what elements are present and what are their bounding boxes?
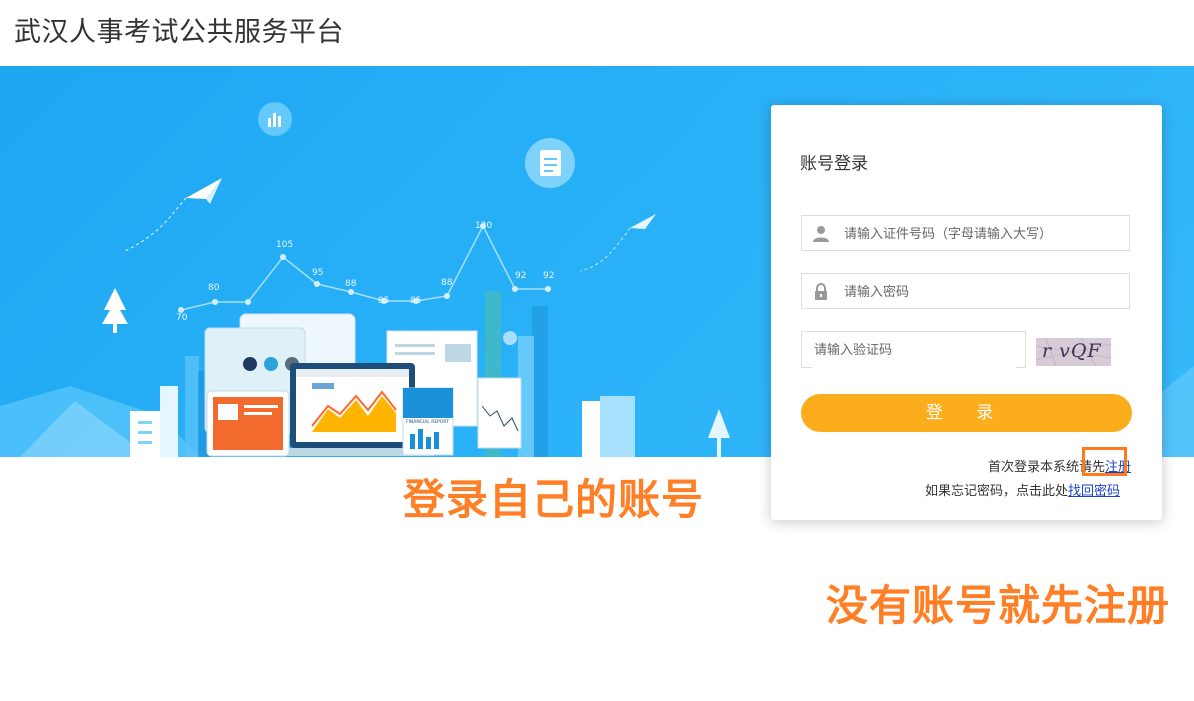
chart-label: 88 bbox=[441, 278, 453, 288]
chart-label: 88 bbox=[345, 279, 357, 289]
password-field[interactable] bbox=[801, 273, 1130, 310]
login-title: 账号登录 bbox=[800, 154, 868, 174]
tree-icon bbox=[102, 288, 128, 333]
report-label: FINANCIAL REPORT bbox=[406, 419, 449, 425]
forgot-password-hint: 如果忘记密码，点击此处找回密码 bbox=[925, 480, 1120, 499]
chart-label: 85 bbox=[410, 296, 421, 306]
user-icon bbox=[813, 226, 829, 242]
chart-label: 95 bbox=[312, 268, 323, 278]
annotation-login: 登录自己的账号 bbox=[403, 475, 705, 524]
annotation-register: 没有账号就先注册 bbox=[826, 581, 1171, 630]
paper-plane-icon bbox=[124, 178, 222, 252]
site-title: 武汉人事考试公共服务平台 bbox=[14, 17, 344, 48]
bar-chart-icon bbox=[258, 102, 292, 136]
chart-label: 92 bbox=[515, 271, 526, 281]
captcha-field[interactable] bbox=[801, 331, 1026, 369]
paper-plane-icon bbox=[579, 214, 656, 272]
tree-icon bbox=[708, 409, 730, 457]
login-button[interactable]: 登 录 bbox=[801, 394, 1132, 432]
forgot-password-link[interactable]: 找回密码 bbox=[1068, 484, 1120, 499]
captcha-input[interactable] bbox=[812, 332, 1016, 369]
chart-label: 70 bbox=[176, 313, 188, 323]
chart-label: 92 bbox=[543, 271, 554, 281]
header: 武汉人事考试公共服务平台 bbox=[0, 0, 1194, 66]
captcha-image[interactable]: r vQF bbox=[1036, 338, 1111, 366]
chart-label: 120 bbox=[475, 221, 492, 231]
id-number-input[interactable] bbox=[842, 216, 1126, 252]
lock-icon bbox=[815, 283, 827, 300]
chart-label: 80 bbox=[208, 283, 220, 293]
forgot-prefix: 如果忘记密码，点击此处 bbox=[924, 484, 1068, 499]
password-input[interactable] bbox=[842, 274, 1126, 310]
id-number-field[interactable] bbox=[801, 215, 1130, 252]
chart-label: 85 bbox=[378, 296, 389, 306]
chart-label: 105 bbox=[276, 240, 293, 250]
captcha-text: r vQF bbox=[1042, 340, 1102, 362]
register-highlight-box bbox=[1082, 447, 1127, 476]
document-icon bbox=[525, 138, 575, 188]
